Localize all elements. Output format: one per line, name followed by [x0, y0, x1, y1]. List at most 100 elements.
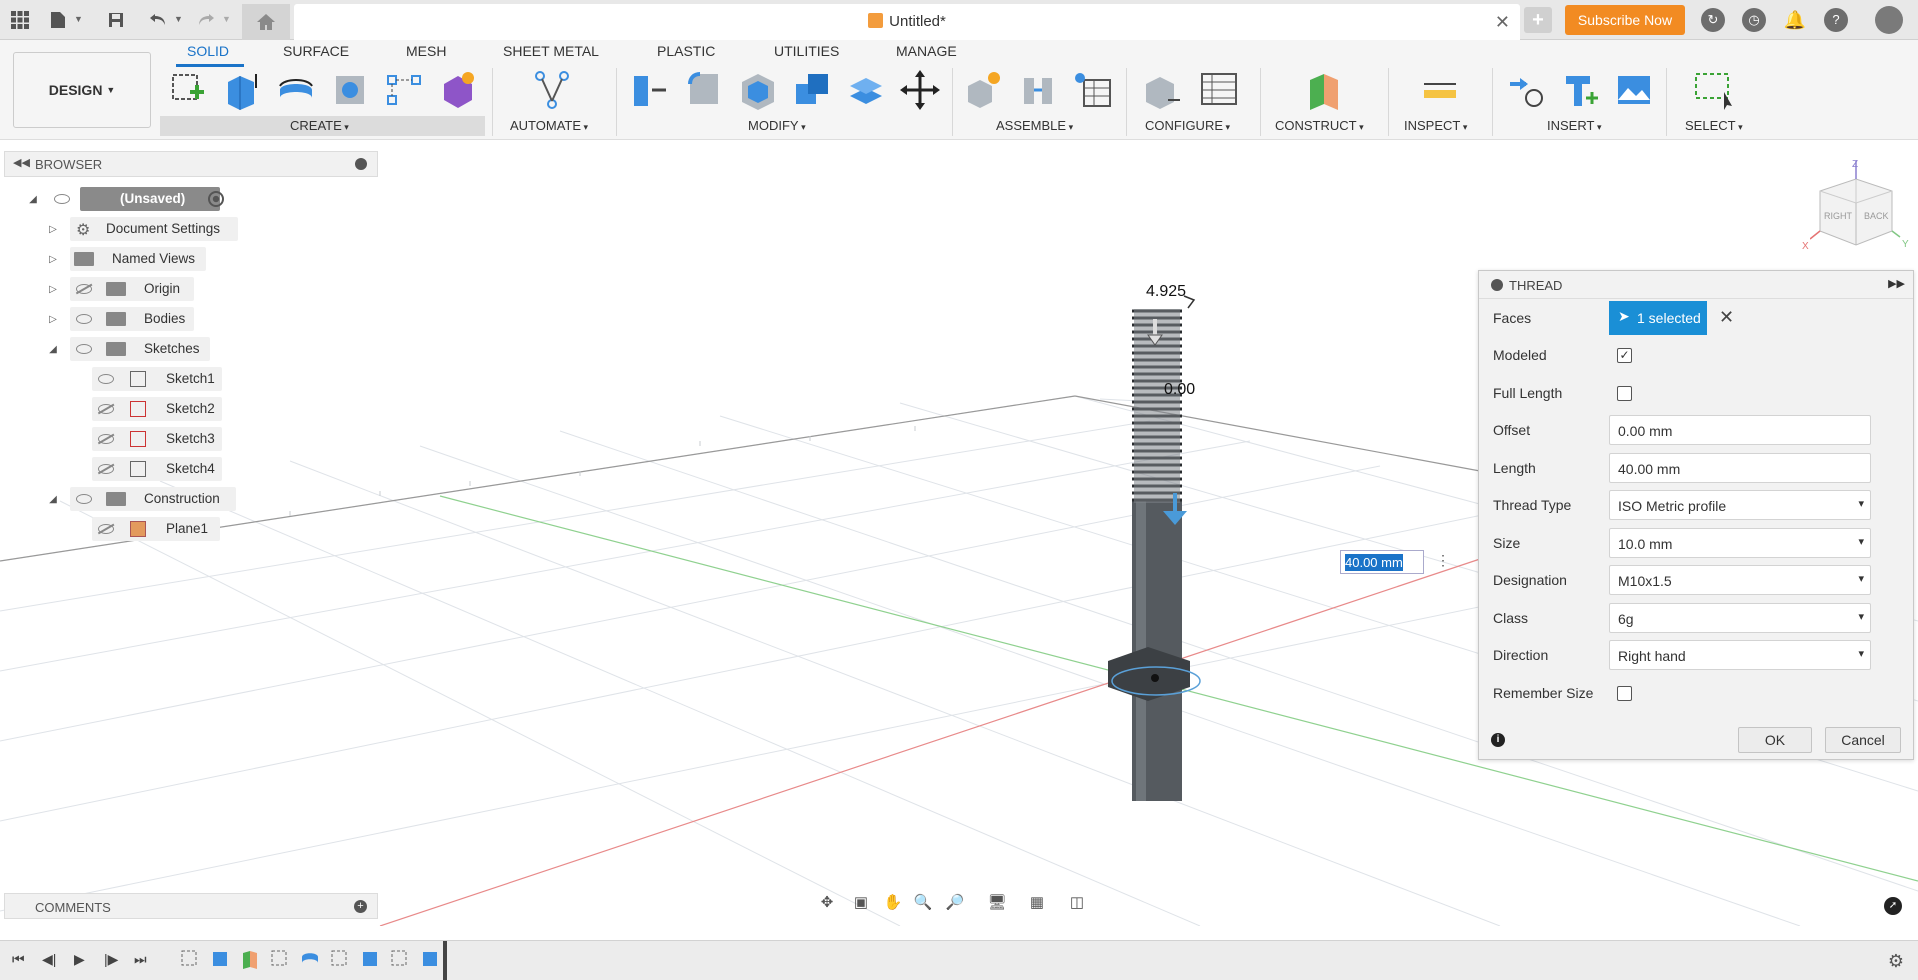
timeline-next-icon[interactable]: |▶ — [104, 951, 118, 968]
assemble-group-label[interactable]: ASSEMBLE — [996, 118, 1073, 133]
configure-group-label[interactable]: CONFIGURE — [1145, 118, 1230, 133]
navigation-toggle-icon[interactable]: ➚ — [1884, 897, 1902, 915]
timeline-marker[interactable] — [443, 941, 447, 980]
tab-manage[interactable]: MANAGE — [896, 43, 957, 59]
timeline-sketch-icon[interactable] — [270, 949, 290, 969]
notification-bell-icon[interactable]: 🔔 — [1783, 8, 1807, 32]
orbit-icon[interactable]: ✥ — [814, 890, 840, 916]
comments-panel-header[interactable]: COMMENTS + — [4, 893, 378, 919]
viewcube-right-face[interactable]: RIGHT — [1824, 211, 1852, 221]
clear-selection-icon[interactable]: ✕ — [1719, 307, 1734, 328]
tab-plastic[interactable]: PLASTIC — [657, 43, 715, 59]
configure-icon[interactable] — [1142, 70, 1182, 110]
timeline-settings-gear-icon[interactable]: ⚙ — [1888, 951, 1904, 972]
visibility-eye-icon[interactable] — [98, 374, 114, 384]
select-icon[interactable] — [1694, 70, 1734, 110]
extrude-icon[interactable] — [222, 70, 262, 110]
help-icon[interactable]: ? — [1824, 8, 1848, 32]
expand-arrow-icon[interactable]: ▷ — [46, 314, 60, 325]
construct-plane-icon[interactable] — [1304, 70, 1344, 110]
file-icon[interactable] — [46, 8, 70, 32]
add-comment-icon[interactable]: + — [354, 900, 367, 913]
create-form-icon[interactable] — [438, 70, 478, 110]
create-sketch-icon[interactable] — [168, 70, 208, 110]
timeline-end-icon[interactable]: ⏭ — [134, 951, 147, 968]
subscribe-button[interactable]: Subscribe Now — [1565, 5, 1685, 35]
grid-settings-icon[interactable]: ▦ — [1024, 890, 1050, 916]
timeline-sketch-icon[interactable] — [390, 949, 410, 969]
expand-arrow-icon[interactable]: ▷ — [46, 224, 60, 235]
direction-select[interactable]: Right hand — [1609, 640, 1871, 670]
collapse-browser-icon[interactable]: ◀◀ — [13, 156, 30, 169]
job-status-icon[interactable]: ↻ — [1701, 8, 1725, 32]
file-caret-icon[interactable]: ▼ — [74, 14, 83, 24]
shell-icon[interactable] — [738, 70, 778, 110]
press-pull-icon[interactable] — [630, 70, 670, 110]
visibility-eye-hidden-icon[interactable] — [76, 284, 92, 294]
offset-face-icon[interactable] — [846, 70, 886, 110]
collapse-dialog-icon[interactable] — [1491, 279, 1503, 291]
tab-solid[interactable]: SOLID — [187, 43, 229, 59]
zoom-icon[interactable]: 🔍 — [910, 890, 936, 916]
construct-group-label[interactable]: CONSTRUCT — [1275, 118, 1364, 133]
expand-arrow-icon[interactable]: ◢ — [26, 194, 40, 205]
viewports-icon[interactable]: ◫ — [1064, 890, 1090, 916]
fit-zoom-icon[interactable]: 🔎 — [942, 890, 968, 916]
configuration-table-icon[interactable] — [1198, 70, 1238, 110]
inspect-group-label[interactable]: INSPECT — [1404, 118, 1467, 133]
undo-icon[interactable] — [146, 8, 170, 32]
select-group-label[interactable]: SELECT — [1685, 118, 1743, 133]
length-field[interactable]: 40.00 mm — [1609, 453, 1871, 483]
automate-group-label[interactable]: AUTOMATE — [510, 118, 588, 133]
save-icon[interactable] — [104, 8, 128, 32]
collapse-arrow-icon[interactable]: ◢ — [46, 494, 60, 505]
viewcube-back-face[interactable]: BACK — [1864, 211, 1889, 221]
browser-minimize-icon[interactable] — [355, 158, 367, 170]
visibility-eye-hidden-icon[interactable] — [98, 404, 114, 414]
ok-button[interactable]: OK — [1738, 727, 1812, 753]
undo-caret-icon[interactable]: ▼ — [174, 14, 183, 24]
tab-surface[interactable]: SURFACE — [283, 43, 349, 59]
timeline-start-icon[interactable]: ⏮ — [12, 951, 25, 968]
expand-arrow-icon[interactable]: ▷ — [46, 254, 60, 265]
length-dimension-input[interactable]: 40.00 mm — [1340, 550, 1424, 574]
new-tab-button[interactable]: + — [1524, 7, 1552, 33]
home-tab[interactable] — [242, 4, 290, 40]
measure-icon[interactable] — [1420, 70, 1460, 110]
timeline-sketch-icon[interactable] — [180, 949, 200, 969]
visibility-eye-icon[interactable] — [76, 314, 92, 324]
bom-table-icon[interactable] — [1072, 70, 1112, 110]
modify-group-label[interactable]: MODIFY — [748, 118, 806, 133]
joint-icon[interactable] — [1018, 70, 1058, 110]
display-settings-icon[interactable]: 🖥 — [984, 890, 1010, 916]
faces-selection-button[interactable]: ➤ 1 selected — [1609, 301, 1707, 335]
new-component-icon[interactable] — [964, 70, 1004, 110]
automate-icon[interactable] — [532, 70, 572, 110]
insert-group-label[interactable]: INSERT — [1547, 118, 1601, 133]
tab-mesh[interactable]: MESH — [406, 43, 446, 59]
app-grid-icon[interactable] — [8, 8, 32, 32]
history-icon[interactable]: ◷ — [1742, 8, 1766, 32]
expand-arrow-icon[interactable]: ▷ — [46, 284, 60, 295]
info-icon[interactable]: i — [1491, 733, 1505, 747]
visibility-eye-hidden-icon[interactable] — [98, 524, 114, 534]
workspace-design-button[interactable]: DESIGN ▼ — [13, 52, 151, 128]
visibility-eye-icon[interactable] — [76, 344, 92, 354]
remember-size-checkbox[interactable] — [1617, 686, 1632, 701]
document-tab[interactable]: Untitled* ✕ — [294, 4, 1520, 40]
hole-icon[interactable] — [330, 70, 370, 110]
timeline-prev-icon[interactable]: ◀| — [42, 951, 56, 968]
timeline-play-icon[interactable]: ▶ — [74, 951, 85, 968]
timeline-sketch-icon[interactable] — [330, 949, 350, 969]
redo-icon[interactable] — [194, 8, 218, 32]
create-group-label[interactable]: CREATE — [290, 118, 349, 133]
redo-caret-icon[interactable]: ▼ — [222, 14, 231, 24]
close-tab-icon[interactable]: ✕ — [1495, 12, 1510, 33]
thread-type-select[interactable]: ISO Metric profile — [1609, 490, 1871, 520]
full-length-checkbox[interactable] — [1617, 386, 1632, 401]
visibility-eye-icon[interactable] — [54, 194, 70, 204]
revolve-icon[interactable] — [276, 70, 316, 110]
tab-sheet-metal[interactable]: SHEET METAL — [503, 43, 599, 59]
timeline-extrude-icon[interactable] — [360, 949, 380, 969]
activate-radio-icon[interactable] — [208, 191, 224, 207]
